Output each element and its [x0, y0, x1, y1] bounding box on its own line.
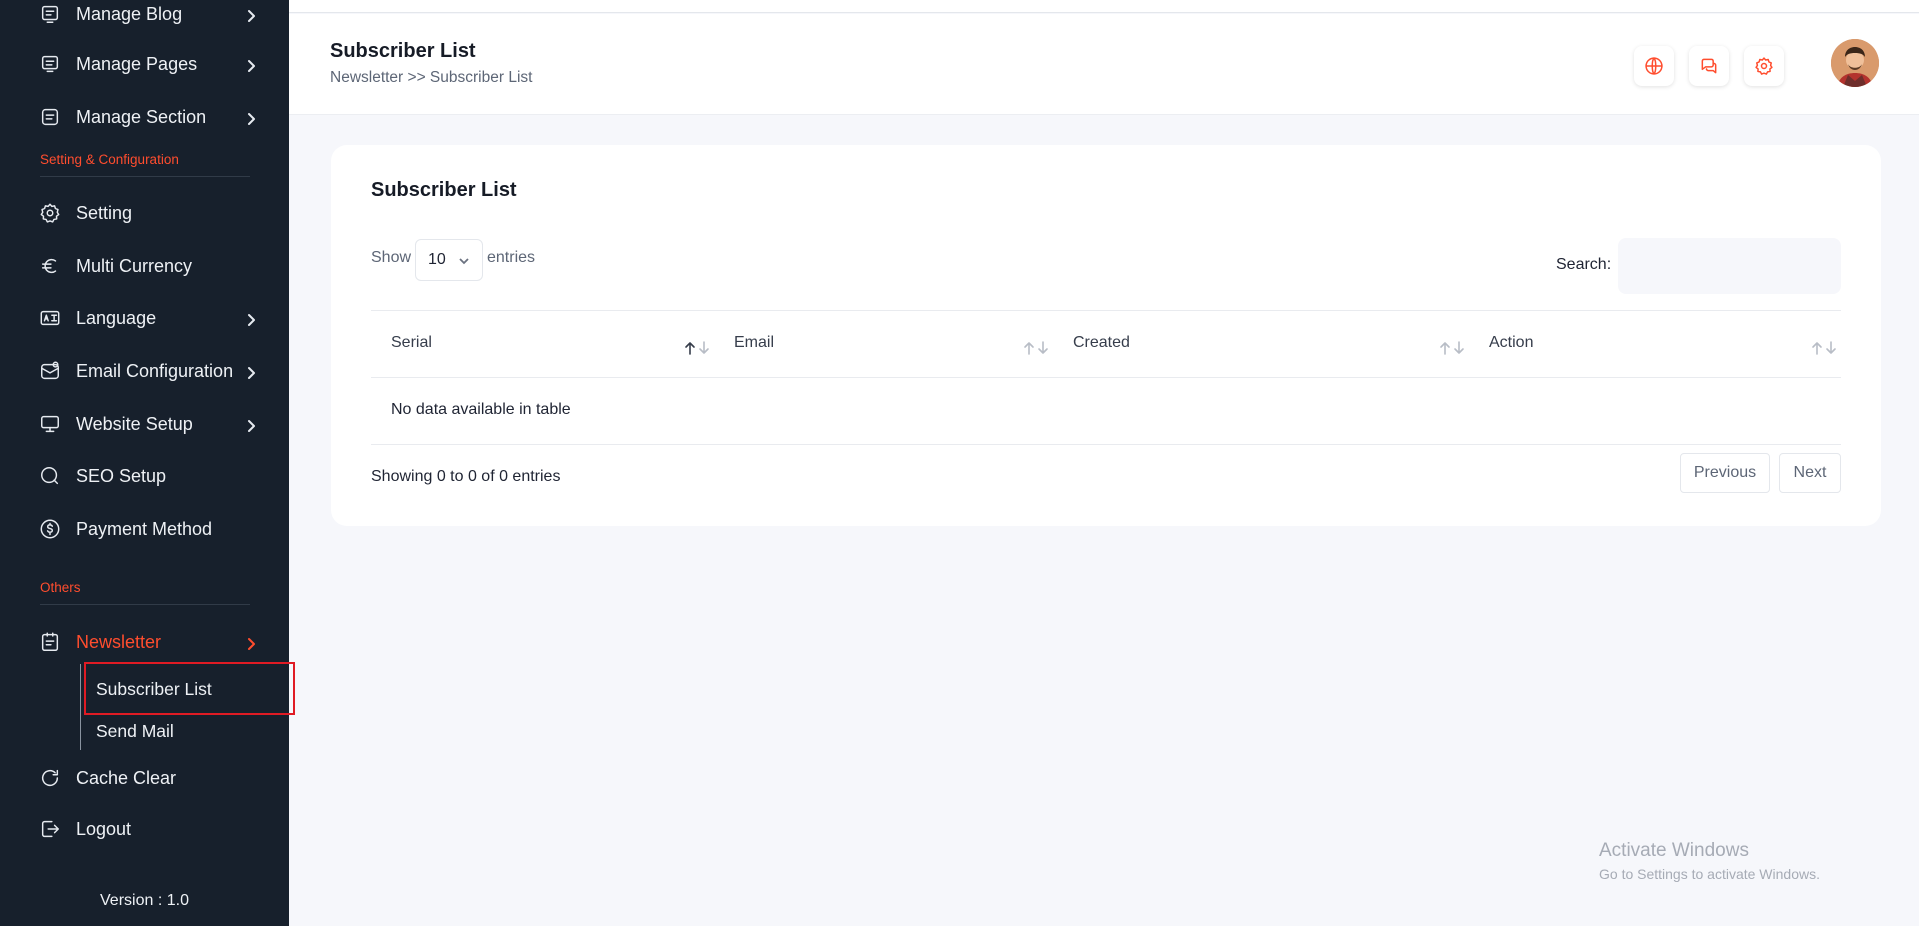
show-label: Show — [371, 249, 412, 266]
sidebar-item-label: Payment Method — [76, 518, 213, 539]
sidebar-item-cache-clear[interactable]: Cache Clear — [38, 758, 258, 798]
column-header-action[interactable]: Action — [1489, 334, 1533, 352]
section-label-others: Others — [40, 580, 250, 605]
settings-button[interactable] — [1744, 46, 1784, 86]
messages-button[interactable] — [1689, 46, 1729, 86]
highlight-box — [84, 662, 295, 715]
chevron-right-icon — [244, 635, 258, 650]
submenu-item-send-mail[interactable]: Send Mail — [96, 721, 174, 742]
language-icon — [38, 306, 62, 330]
breadcrumb: Newsletter >> Subscriber List — [330, 69, 533, 86]
chat-icon — [1699, 56, 1719, 76]
page-header: Subscriber List Newsletter >> Subscriber… — [289, 14, 1919, 115]
submenu-line — [80, 664, 81, 750]
sidebar-item-payment-method[interactable]: Payment Method — [38, 509, 258, 549]
refresh-icon — [38, 766, 62, 790]
globe-icon — [1644, 56, 1664, 76]
sort-icon[interactable] — [1811, 341, 1841, 355]
table-header-border — [371, 310, 1841, 311]
sidebar-item-manage-pages[interactable]: Manage Pages — [38, 44, 258, 84]
sidebar-item-label: Newsletter — [76, 631, 162, 652]
newsletter-icon — [38, 630, 62, 654]
sidebar-item-label: SEO Setup — [76, 465, 167, 486]
sidebar-item-language[interactable]: Language — [38, 298, 258, 338]
sidebar-item-label: Manage Blog — [76, 3, 183, 24]
chevron-right-icon — [244, 311, 258, 326]
sidebar-item-setting[interactable]: Setting — [38, 193, 258, 233]
sidebar-item-newsletter[interactable]: Newsletter — [38, 622, 258, 662]
table-bottom-border — [371, 444, 1841, 445]
sidebar-item-manage-blog[interactable]: Manage Blog — [38, 0, 258, 34]
chevron-right-icon — [244, 364, 258, 379]
next-button[interactable]: Next — [1779, 453, 1841, 493]
subscriber-card: Subscriber List Show 10 entries Search: … — [331, 145, 1881, 526]
sidebar-item-label: Multi Currency — [76, 255, 193, 276]
monitor-icon — [38, 412, 62, 436]
sidebar-item-label: Cache Clear — [76, 767, 177, 788]
sidebar-item-manage-section[interactable]: Manage Section — [38, 97, 258, 137]
gear-icon — [38, 201, 62, 225]
table-info: Showing 0 to 0 of 0 entries — [371, 468, 561, 485]
sidebar-item-label: Manage Section — [76, 106, 207, 127]
entries-label: entries — [487, 249, 536, 266]
page-length-select[interactable]: 10 — [415, 239, 483, 281]
previous-button[interactable]: Previous — [1680, 453, 1770, 493]
logout-icon — [38, 817, 62, 841]
blog-icon — [38, 2, 62, 26]
sidebar-item-multi-currency[interactable]: Multi Currency — [38, 246, 258, 286]
column-header-created[interactable]: Created — [1073, 334, 1130, 352]
sidebar-item-label: Language — [76, 307, 157, 328]
sort-icon[interactable] — [1023, 341, 1053, 355]
section-label-settings: Setting & Configuration — [40, 152, 250, 177]
section-icon — [38, 105, 62, 129]
activation-watermark-title: Activate Windows — [1599, 840, 1749, 861]
search-label: Search: — [1556, 256, 1612, 273]
chevron-right-icon — [244, 57, 258, 72]
sidebar-item-label: Setting — [76, 202, 133, 223]
language-button[interactable] — [1634, 46, 1674, 86]
page-title: Subscriber List — [330, 40, 476, 62]
sidebar-item-seo-setup[interactable]: SEO Setup — [38, 456, 258, 496]
page-length-value: 10 — [428, 251, 446, 268]
activation-watermark-subtitle: Go to Settings to activate Windows. — [1599, 866, 1820, 882]
version-label: Version : 1.0 — [100, 892, 189, 909]
dollar-icon — [38, 517, 62, 541]
empty-table-message: No data available in table — [391, 401, 571, 418]
sidebar-item-logout[interactable]: Logout — [38, 809, 258, 849]
sort-icon[interactable] — [684, 341, 714, 355]
search-input[interactable] — [1618, 238, 1841, 294]
chevron-right-icon — [244, 110, 258, 125]
sidebar-item-label: Website Setup — [76, 413, 193, 434]
pages-icon — [38, 52, 62, 76]
chevron-right-icon — [244, 417, 258, 432]
column-header-serial[interactable]: Serial — [391, 334, 432, 352]
sidebar-item-label: Manage Pages — [76, 53, 198, 74]
table-row-border — [371, 377, 1841, 378]
search-icon — [38, 464, 62, 488]
sort-icon[interactable] — [1439, 341, 1469, 355]
chevron-right-icon — [244, 7, 258, 22]
avatar[interactable] — [1831, 39, 1879, 87]
email-icon — [38, 359, 62, 383]
column-header-email[interactable]: Email — [734, 334, 774, 352]
chevron-down-icon — [459, 258, 469, 265]
sidebar-item-label: Logout — [76, 818, 132, 839]
gear-icon — [1754, 56, 1774, 76]
sidebar-item-website-setup[interactable]: Website Setup — [38, 404, 258, 444]
sidebar-item-email-configuration[interactable]: Email Configuration — [38, 351, 258, 391]
top-strip — [289, 0, 1919, 13]
euro-icon — [38, 254, 62, 278]
sidebar: Manage Blog Manage Pages Manage Section … — [0, 0, 295, 926]
card-title: Subscriber List — [371, 179, 517, 201]
sidebar-item-label: Email Configuration — [76, 360, 234, 381]
